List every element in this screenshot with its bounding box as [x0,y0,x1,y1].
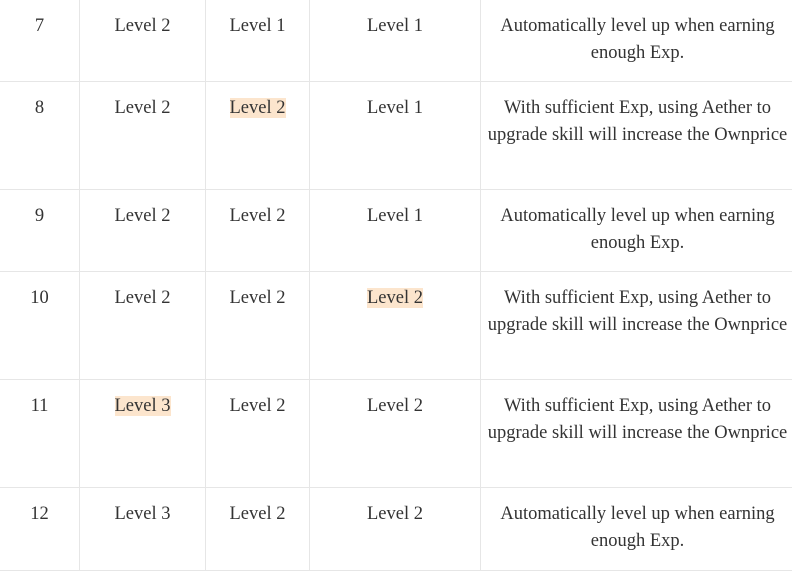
table-row: 11 Level 3 Level 2 Level 2 With sufficie… [0,380,792,488]
note-cell: Automatically level up when earning enou… [481,0,792,82]
note-cell: With sufficient Exp, using Aether to upg… [481,82,792,190]
level-cell: Level 1 [310,82,481,190]
level-cell: Level 2 [310,380,481,488]
row-number-cell: 12 [0,488,80,571]
highlighted-level: Level 2 [367,288,423,308]
level-table: 7 Level 2 Level 1 Level 1 Automatically … [0,0,792,571]
note-cell: Automatically level up when earning enou… [481,190,792,272]
note-cell: With sufficient Exp, using Aether to upg… [481,272,792,380]
level-cell: Level 1 [310,0,481,82]
level-cell: Level 2 [80,82,206,190]
table-row: 12 Level 3 Level 2 Level 2 Automatically… [0,488,792,571]
level-cell: Level 2 [206,380,310,488]
level-cell: Level 2 [206,272,310,380]
table-row: 7 Level 2 Level 1 Level 1 Automatically … [0,0,792,82]
level-cell: Level 1 [206,0,310,82]
level-cell: Level 2 [80,190,206,272]
row-number-cell: 7 [0,0,80,82]
note-cell: Automatically level up when earning enou… [481,488,792,571]
row-number-cell: 11 [0,380,80,488]
row-number-cell: 8 [0,82,80,190]
level-cell: Level 2 [310,272,481,380]
table-row: 8 Level 2 Level 2 Level 1 With sufficien… [0,82,792,190]
note-cell: With sufficient Exp, using Aether to upg… [481,380,792,488]
level-cell: Level 3 [80,380,206,488]
level-cell: Level 2 [310,488,481,571]
table-row: 10 Level 2 Level 2 Level 2 With sufficie… [0,272,792,380]
level-cell: Level 1 [310,190,481,272]
level-cell: Level 2 [206,488,310,571]
level-cell: Level 2 [206,82,310,190]
row-number-cell: 9 [0,190,80,272]
level-cell: Level 3 [80,488,206,571]
table-row: 9 Level 2 Level 2 Level 1 Automatically … [0,190,792,272]
level-cell: Level 2 [206,190,310,272]
level-cell: Level 2 [80,272,206,380]
highlighted-level: Level 3 [115,396,171,416]
highlighted-level: Level 2 [230,98,286,118]
row-number-cell: 10 [0,272,80,380]
level-cell: Level 2 [80,0,206,82]
